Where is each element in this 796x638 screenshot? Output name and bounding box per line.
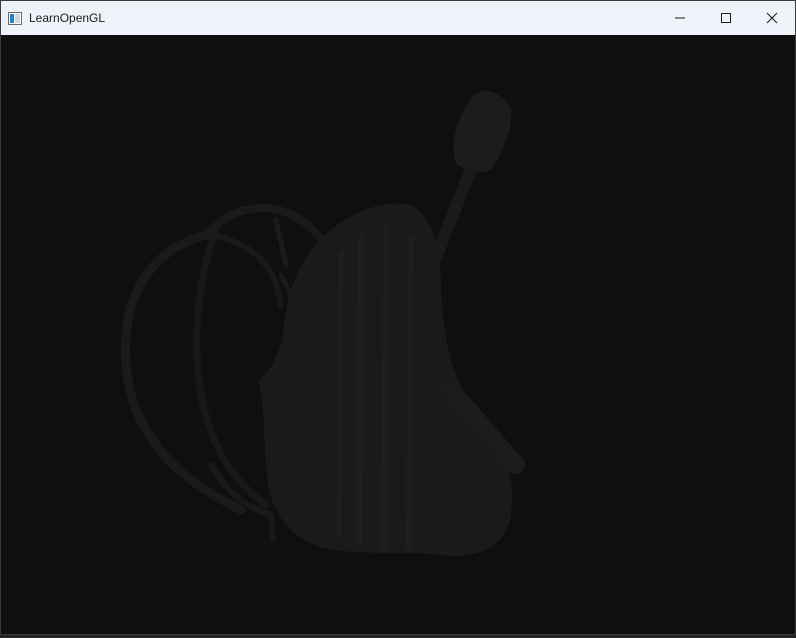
opengl-render-viewport[interactable] bbox=[1, 35, 795, 634]
backpack-handle bbox=[453, 90, 512, 173]
close-icon bbox=[766, 12, 778, 24]
title-bar[interactable]: LearnOpenGL bbox=[1, 1, 795, 35]
window-app-icon bbox=[8, 11, 22, 25]
backpack-strap-loop bbox=[120, 230, 246, 515]
backpack-model bbox=[120, 90, 525, 556]
window-controls bbox=[657, 1, 795, 35]
maximize-button[interactable] bbox=[703, 1, 749, 35]
minimize-icon bbox=[675, 17, 685, 19]
window-title: LearnOpenGL bbox=[29, 11, 106, 25]
minimize-button[interactable] bbox=[657, 1, 703, 35]
app-window: LearnOpenGL bbox=[0, 0, 796, 635]
close-button[interactable] bbox=[749, 1, 795, 35]
backpack-strap-inner bbox=[193, 226, 270, 509]
backpack-strap-left bbox=[203, 232, 284, 308]
maximize-icon bbox=[721, 13, 731, 23]
